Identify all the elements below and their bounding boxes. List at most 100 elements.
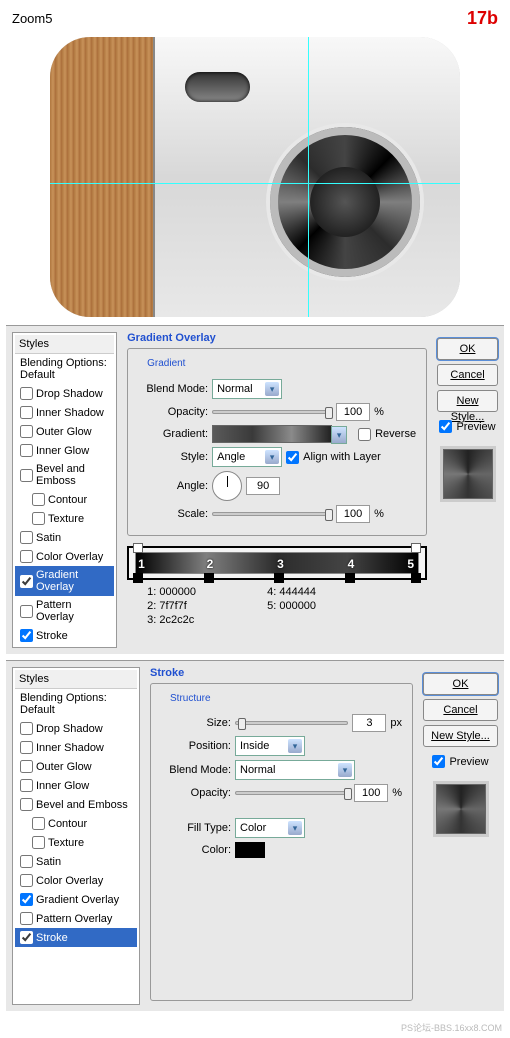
size-input[interactable] — [352, 714, 386, 732]
reverse-label: Reverse — [375, 428, 416, 440]
checkbox[interactable] — [20, 874, 33, 887]
style-pattern-overlay[interactable]: Pattern Overlay — [15, 909, 137, 928]
style-gradient-overlay[interactable]: Gradient Overlay — [15, 566, 114, 596]
style-inner-glow[interactable]: Inner Glow — [15, 441, 114, 460]
preview-label: Preview — [456, 421, 495, 433]
checkbox[interactable] — [20, 722, 33, 735]
style-inner-glow[interactable]: Inner Glow — [15, 776, 137, 795]
style-drop-shadow[interactable]: Drop Shadow — [15, 719, 137, 738]
angle-dial[interactable] — [212, 471, 242, 501]
style-color-overlay[interactable]: Color Overlay — [15, 871, 137, 890]
checkbox[interactable] — [20, 444, 33, 457]
size-label: Size: — [161, 717, 231, 729]
gradient-editor[interactable]: 1 2 3 4 5 — [127, 546, 427, 580]
blend-mode-select[interactable]: Normal — [212, 379, 282, 399]
px-label: px — [390, 717, 402, 729]
blend-mode-select[interactable]: Normal — [235, 760, 355, 780]
cancel-button[interactable]: Cancel — [423, 699, 498, 721]
style-texture[interactable]: Texture — [15, 509, 114, 528]
checkbox[interactable] — [20, 760, 33, 773]
checkbox[interactable] — [20, 855, 33, 868]
checkbox[interactable] — [20, 387, 33, 400]
watermark: PS论坛-BBS.16xx8.COM — [0, 1017, 510, 1038]
styles-list: Styles Blending Options: Default Drop Sh… — [12, 332, 117, 648]
preview-canvas — [50, 37, 460, 317]
opacity-slider[interactable] — [235, 791, 350, 795]
styles-list: Styles Blending Options: Default Drop Sh… — [12, 667, 140, 1005]
align-checkbox[interactable] — [286, 451, 299, 464]
checkbox[interactable] — [32, 817, 45, 830]
style-contour[interactable]: Contour — [15, 814, 137, 833]
style-select[interactable]: Angle — [212, 447, 282, 467]
style-bevel[interactable]: Bevel and Emboss — [15, 460, 114, 490]
checkbox[interactable] — [20, 605, 33, 618]
color-label: Color: — [161, 844, 231, 856]
gradient-swatch[interactable] — [212, 425, 332, 443]
gradient-stop-values: 1: 000000 4: 444444 2: 7f7f7f 5: 000000 … — [147, 586, 427, 626]
checkbox[interactable] — [32, 836, 45, 849]
position-select[interactable]: Inside — [235, 736, 305, 756]
style-inner-shadow[interactable]: Inner Shadow — [15, 738, 137, 757]
checkbox[interactable] — [32, 493, 45, 506]
blending-options[interactable]: Blending Options: Default — [15, 689, 137, 719]
style-pattern-overlay[interactable]: Pattern Overlay — [15, 596, 114, 626]
scale-slider[interactable] — [212, 512, 332, 516]
checkbox[interactable] — [20, 798, 33, 811]
style-inner-shadow[interactable]: Inner Shadow — [15, 403, 114, 422]
opacity-label: Opacity: — [138, 406, 208, 418]
checkbox[interactable] — [32, 512, 45, 525]
checkbox[interactable] — [20, 531, 33, 544]
opacity-input[interactable] — [354, 784, 388, 802]
checkbox[interactable] — [20, 931, 33, 944]
style-satin[interactable]: Satin — [15, 852, 137, 871]
layer-style-dialog-stroke: Styles Blending Options: Default Drop Sh… — [6, 660, 504, 1011]
checkbox[interactable] — [20, 425, 33, 438]
gradient-bar[interactable]: 1 2 3 4 5 — [135, 552, 419, 574]
filltype-select[interactable]: Color — [235, 818, 305, 838]
styles-header[interactable]: Styles — [15, 335, 114, 354]
style-texture[interactable]: Texture — [15, 833, 137, 852]
preview-checkbox[interactable] — [432, 755, 445, 768]
scale-input[interactable] — [336, 505, 370, 523]
opacity-input[interactable] — [336, 403, 370, 421]
percent-label: % — [374, 406, 384, 418]
style-outer-glow[interactable]: Outer Glow — [15, 422, 114, 441]
preview-checkbox[interactable] — [439, 420, 452, 433]
checkbox[interactable] — [20, 741, 33, 754]
style-outer-glow[interactable]: Outer Glow — [15, 757, 137, 776]
color-swatch[interactable] — [235, 842, 265, 858]
style-satin[interactable]: Satin — [15, 528, 114, 547]
style-color-overlay[interactable]: Color Overlay — [15, 547, 114, 566]
style-gradient-overlay[interactable]: Gradient Overlay — [15, 890, 137, 909]
checkbox[interactable] — [20, 893, 33, 906]
style-drop-shadow[interactable]: Drop Shadow — [15, 384, 114, 403]
style-bevel[interactable]: Bevel and Emboss — [15, 795, 137, 814]
reverse-checkbox[interactable] — [358, 428, 371, 441]
opacity-slider[interactable] — [212, 410, 332, 414]
checkbox[interactable] — [20, 406, 33, 419]
styles-header[interactable]: Styles — [15, 670, 137, 689]
new-style-button[interactable]: New Style... — [437, 390, 498, 412]
style-stroke[interactable]: Stroke — [15, 626, 114, 645]
checkbox[interactable] — [20, 469, 33, 482]
blend-mode-label: Blend Mode: — [161, 764, 231, 776]
sub-legend: Structure — [167, 693, 214, 704]
checkbox[interactable] — [20, 779, 33, 792]
panel-legend: Gradient Overlay — [127, 332, 427, 344]
style-contour[interactable]: Contour — [15, 490, 114, 509]
layer-style-dialog-gradient: Styles Blending Options: Default Drop Sh… — [6, 325, 504, 654]
style-stroke[interactable]: Stroke — [15, 928, 137, 947]
ok-button[interactable]: OK — [423, 673, 498, 695]
new-style-button[interactable]: New Style... — [423, 725, 498, 747]
checkbox[interactable] — [20, 550, 33, 563]
guide-horizontal — [50, 183, 460, 184]
angle-input[interactable] — [246, 477, 280, 495]
checkbox[interactable] — [20, 912, 33, 925]
percent-label: % — [374, 508, 384, 520]
blending-options[interactable]: Blending Options: Default — [15, 354, 114, 384]
checkbox[interactable] — [20, 575, 33, 588]
size-slider[interactable] — [235, 721, 348, 725]
cancel-button[interactable]: Cancel — [437, 364, 498, 386]
checkbox[interactable] — [20, 629, 33, 642]
ok-button[interactable]: OK — [437, 338, 498, 360]
